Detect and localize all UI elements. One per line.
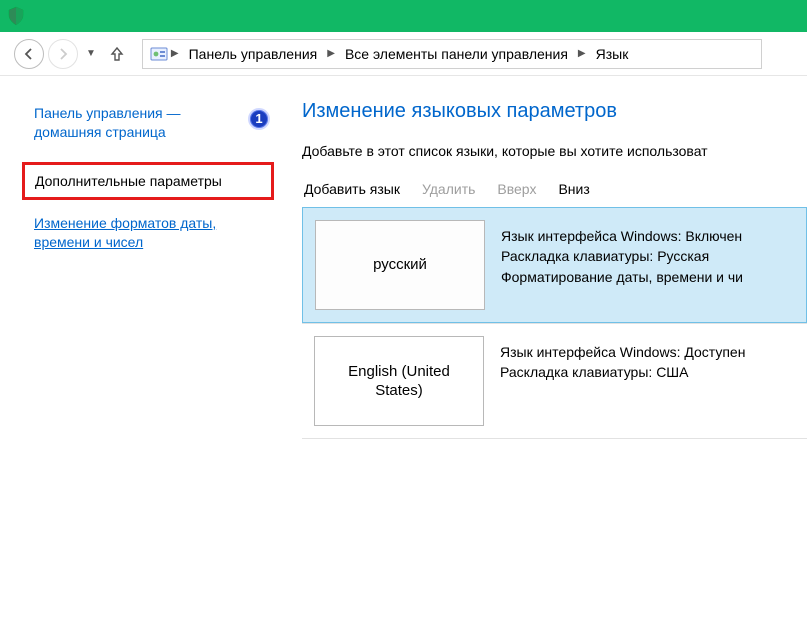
remove-button[interactable]: Удалить [422, 181, 475, 197]
sidebar-home-link[interactable]: Панель управления — домашняя страница 1 [34, 104, 272, 142]
main: Изменение языковых параметров Добавьте в… [288, 76, 807, 625]
nav-up-button[interactable] [104, 41, 130, 67]
language-list: русский Язык интерфейса Windows: Включен… [302, 207, 807, 439]
chevron-right-icon: ▶ [576, 48, 588, 59]
move-up-button[interactable]: Вверх [497, 181, 536, 197]
chevron-right-icon: ▶ [325, 48, 337, 59]
language-info: Язык интерфейса Windows: ВключенРаскладк… [497, 208, 806, 322]
sidebar-additional-params[interactable]: Дополнительные параметры [22, 162, 274, 200]
step-badge: 1 [248, 108, 270, 130]
chevron-right-icon: ▶ [169, 48, 181, 59]
nav-forward-button[interactable] [48, 39, 78, 69]
sidebar-date-formats-link[interactable]: Изменение форматов даты, времени и чисел [34, 214, 272, 253]
language-tile: русский [315, 220, 485, 310]
breadcrumb-item[interactable]: Все элементы панели управления [337, 46, 576, 62]
add-language-button[interactable]: Добавить язык [304, 181, 400, 197]
language-info: Язык интерфейса Windows: ДоступенРасклад… [496, 324, 807, 438]
breadcrumb-item[interactable]: Панель управления [181, 46, 326, 62]
sidebar-home-label: Панель управления — домашняя страница [34, 105, 181, 140]
nav-history-dropdown[interactable]: ▼ [82, 48, 100, 59]
sidebar: Панель управления — домашняя страница 1 … [0, 76, 288, 625]
move-down-button[interactable]: Вниз [558, 181, 589, 197]
shield-icon [6, 6, 26, 26]
navbar: ▼ ▶ Панель управления ▶ Все элементы пан… [0, 32, 807, 76]
control-panel-icon [149, 44, 169, 64]
nav-back-button[interactable] [14, 39, 44, 69]
language-tile: English (United States) [314, 336, 484, 426]
language-row[interactable]: English (United States) Язык интерфейса … [302, 323, 807, 439]
addressbar[interactable]: ▶ Панель управления ▶ Все элементы панел… [142, 39, 762, 69]
page-title: Изменение языковых параметров [302, 100, 807, 123]
language-row[interactable]: русский Язык интерфейса Windows: Включен… [302, 207, 807, 323]
content: Панель управления — домашняя страница 1 … [0, 76, 807, 625]
breadcrumb-item[interactable]: Язык [588, 46, 637, 62]
toolbar: Добавить язык Удалить Вверх Вниз [302, 181, 807, 207]
titlebar [0, 0, 807, 32]
page-subtext: Добавьте в этот список языки, которые вы… [302, 143, 807, 159]
